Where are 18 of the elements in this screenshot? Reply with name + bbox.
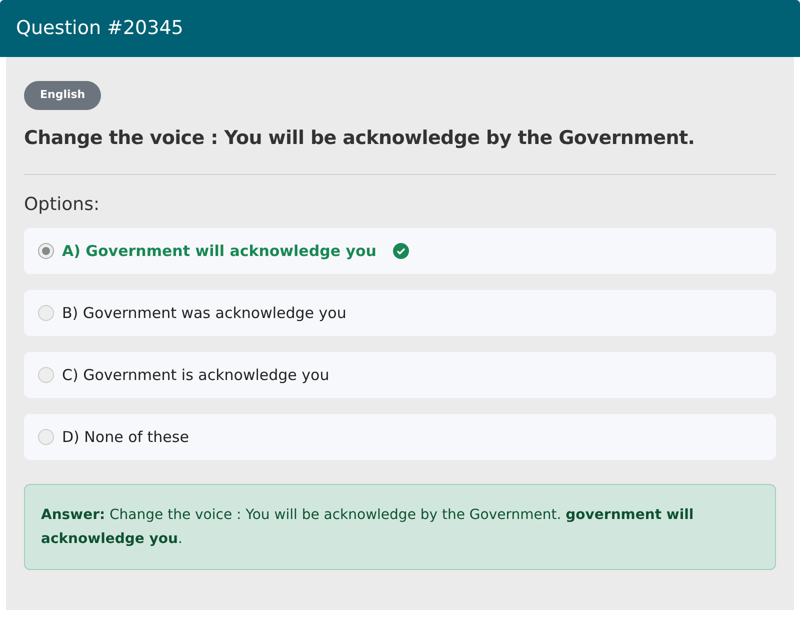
subject-badge: English [24,81,102,110]
radio-button[interactable] [38,429,54,445]
options-heading: Options: [24,193,101,217]
radio-button[interactable] [38,243,54,259]
option-row[interactable]: A) Government will acknowledge you [24,228,776,274]
option-label: A) Government will acknowledge you [62,240,376,262]
option-label: D) None of these [62,426,189,448]
question-text: Change the voice : You will be acknowledge by the Government. [24,126,696,150]
check-circle-icon [392,243,408,259]
page-title: Question #20345 [16,16,184,42]
answer-text: Answer: Change the voice : You will be acknowledge by the Government. government will acknowledge you. [41,506,695,549]
radio-button[interactable] [38,305,54,321]
option-label: B) Government was acknowledge you [62,302,346,324]
radio-button[interactable] [38,367,54,383]
option-row[interactable]: D) None of these [24,414,776,460]
option-row[interactable]: C) Government is acknowledge you [24,352,776,398]
option-label: C) Government is acknowledge you [62,364,330,386]
option-row[interactable]: B) Government was acknowledge you [24,290,776,336]
